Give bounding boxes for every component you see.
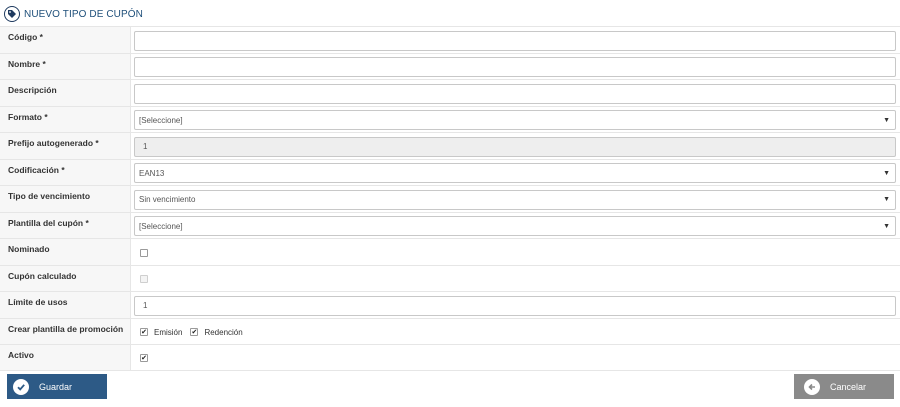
emision-checkbox[interactable]: ✔ [140, 328, 148, 337]
plantilla-label: Plantilla del cupón * [0, 212, 131, 238]
nominado-label: Nominado [0, 239, 131, 265]
form-row-plantilla: Plantilla del cupón * [Seleccione] ▼ [0, 211, 900, 238]
codigo-input[interactable] [134, 30, 896, 51]
nombre-label: Nombre * [0, 53, 131, 79]
cancel-button[interactable]: Cancelar [794, 374, 894, 399]
emision-label: Emisión [154, 327, 183, 337]
cupon-calculado-checkbox [140, 275, 148, 284]
redencion-checkbox[interactable]: ✔ [190, 328, 199, 337]
redencion-label: Redención [204, 327, 243, 337]
form-row-limite-usos: Límite de usos [0, 291, 900, 318]
tipo-vencimiento-label: Tipo de vencimiento [0, 186, 131, 212]
activo-label: Activo [0, 345, 131, 370]
nombre-input[interactable] [134, 57, 896, 78]
formato-label: Formato * [0, 106, 131, 132]
form-row-prefijo: Prefijo autogenerado * [0, 132, 900, 159]
chevron-down-icon: ▼ [883, 116, 890, 124]
limite-usos-label: Límite de usos [0, 292, 131, 318]
save-button-label: Guardar [39, 381, 73, 392]
coupon-type-form: Código * Nombre * Descripción Formato * … [0, 26, 900, 371]
save-button[interactable]: Guardar [7, 374, 107, 399]
codigo-label: Código * [0, 27, 131, 53]
formato-select[interactable]: [Seleccione] ▼ [134, 110, 896, 131]
arrow-left-icon [804, 378, 820, 395]
prefijo-label: Prefijo autogenerado * [0, 133, 131, 159]
codificacion-label: Codificación * [0, 159, 131, 185]
tag-icon [4, 6, 20, 22]
form-row-nombre: Nombre * [0, 52, 900, 79]
limite-usos-input[interactable] [134, 295, 896, 316]
page-header: NUEVO TIPO DE CUPÓN [4, 6, 143, 22]
codificacion-selected-value: EAN13 [139, 168, 165, 178]
descripcion-label: Descripción [0, 80, 131, 106]
form-row-descripcion: Descripción [0, 79, 900, 106]
prefijo-input [134, 136, 896, 157]
formato-selected-value: [Seleccione] [139, 115, 183, 125]
cupon-calculado-label: Cupón calculado [0, 265, 131, 291]
crear-plantilla-label: Crear plantilla de promoción [0, 318, 131, 344]
plantilla-selected-value: [Seleccione] [139, 221, 183, 231]
form-row-codificacion: Codificación * EAN13 ▼ [0, 158, 900, 185]
nominado-checkbox[interactable] [140, 248, 148, 257]
codificacion-select[interactable]: EAN13 ▼ [134, 163, 896, 184]
plantilla-select[interactable]: [Seleccione] ▼ [134, 216, 896, 237]
crear-plantilla-options: ✔ Emisión ✔ Redención [134, 328, 245, 337]
form-row-formato: Formato * [Seleccione] ▼ [0, 105, 900, 132]
check-icon [13, 378, 29, 395]
form-row-codigo: Código * [0, 26, 900, 53]
form-row-activo: Activo ✔ [0, 344, 900, 371]
chevron-down-icon: ▼ [883, 196, 890, 204]
chevron-down-icon: ▼ [883, 169, 890, 177]
page-title: NUEVO TIPO DE CUPÓN [24, 8, 143, 20]
chevron-down-icon: ▼ [883, 222, 890, 230]
descripcion-input[interactable] [134, 83, 896, 104]
tipo-vencimiento-select[interactable]: Sin vencimiento ▼ [134, 189, 896, 210]
cancel-button-label: Cancelar [830, 381, 867, 392]
form-row-cupon-calculado: Cupón calculado [0, 264, 900, 291]
form-row-tipo-vencimiento: Tipo de vencimiento Sin vencimiento ▼ [0, 185, 900, 212]
tipo-vencimiento-selected-value: Sin vencimiento [139, 195, 196, 205]
activo-checkbox[interactable]: ✔ [140, 354, 148, 363]
form-row-nominado: Nominado [0, 238, 900, 265]
form-row-crear-plantilla: Crear plantilla de promoción ✔ Emisión ✔… [0, 317, 900, 344]
